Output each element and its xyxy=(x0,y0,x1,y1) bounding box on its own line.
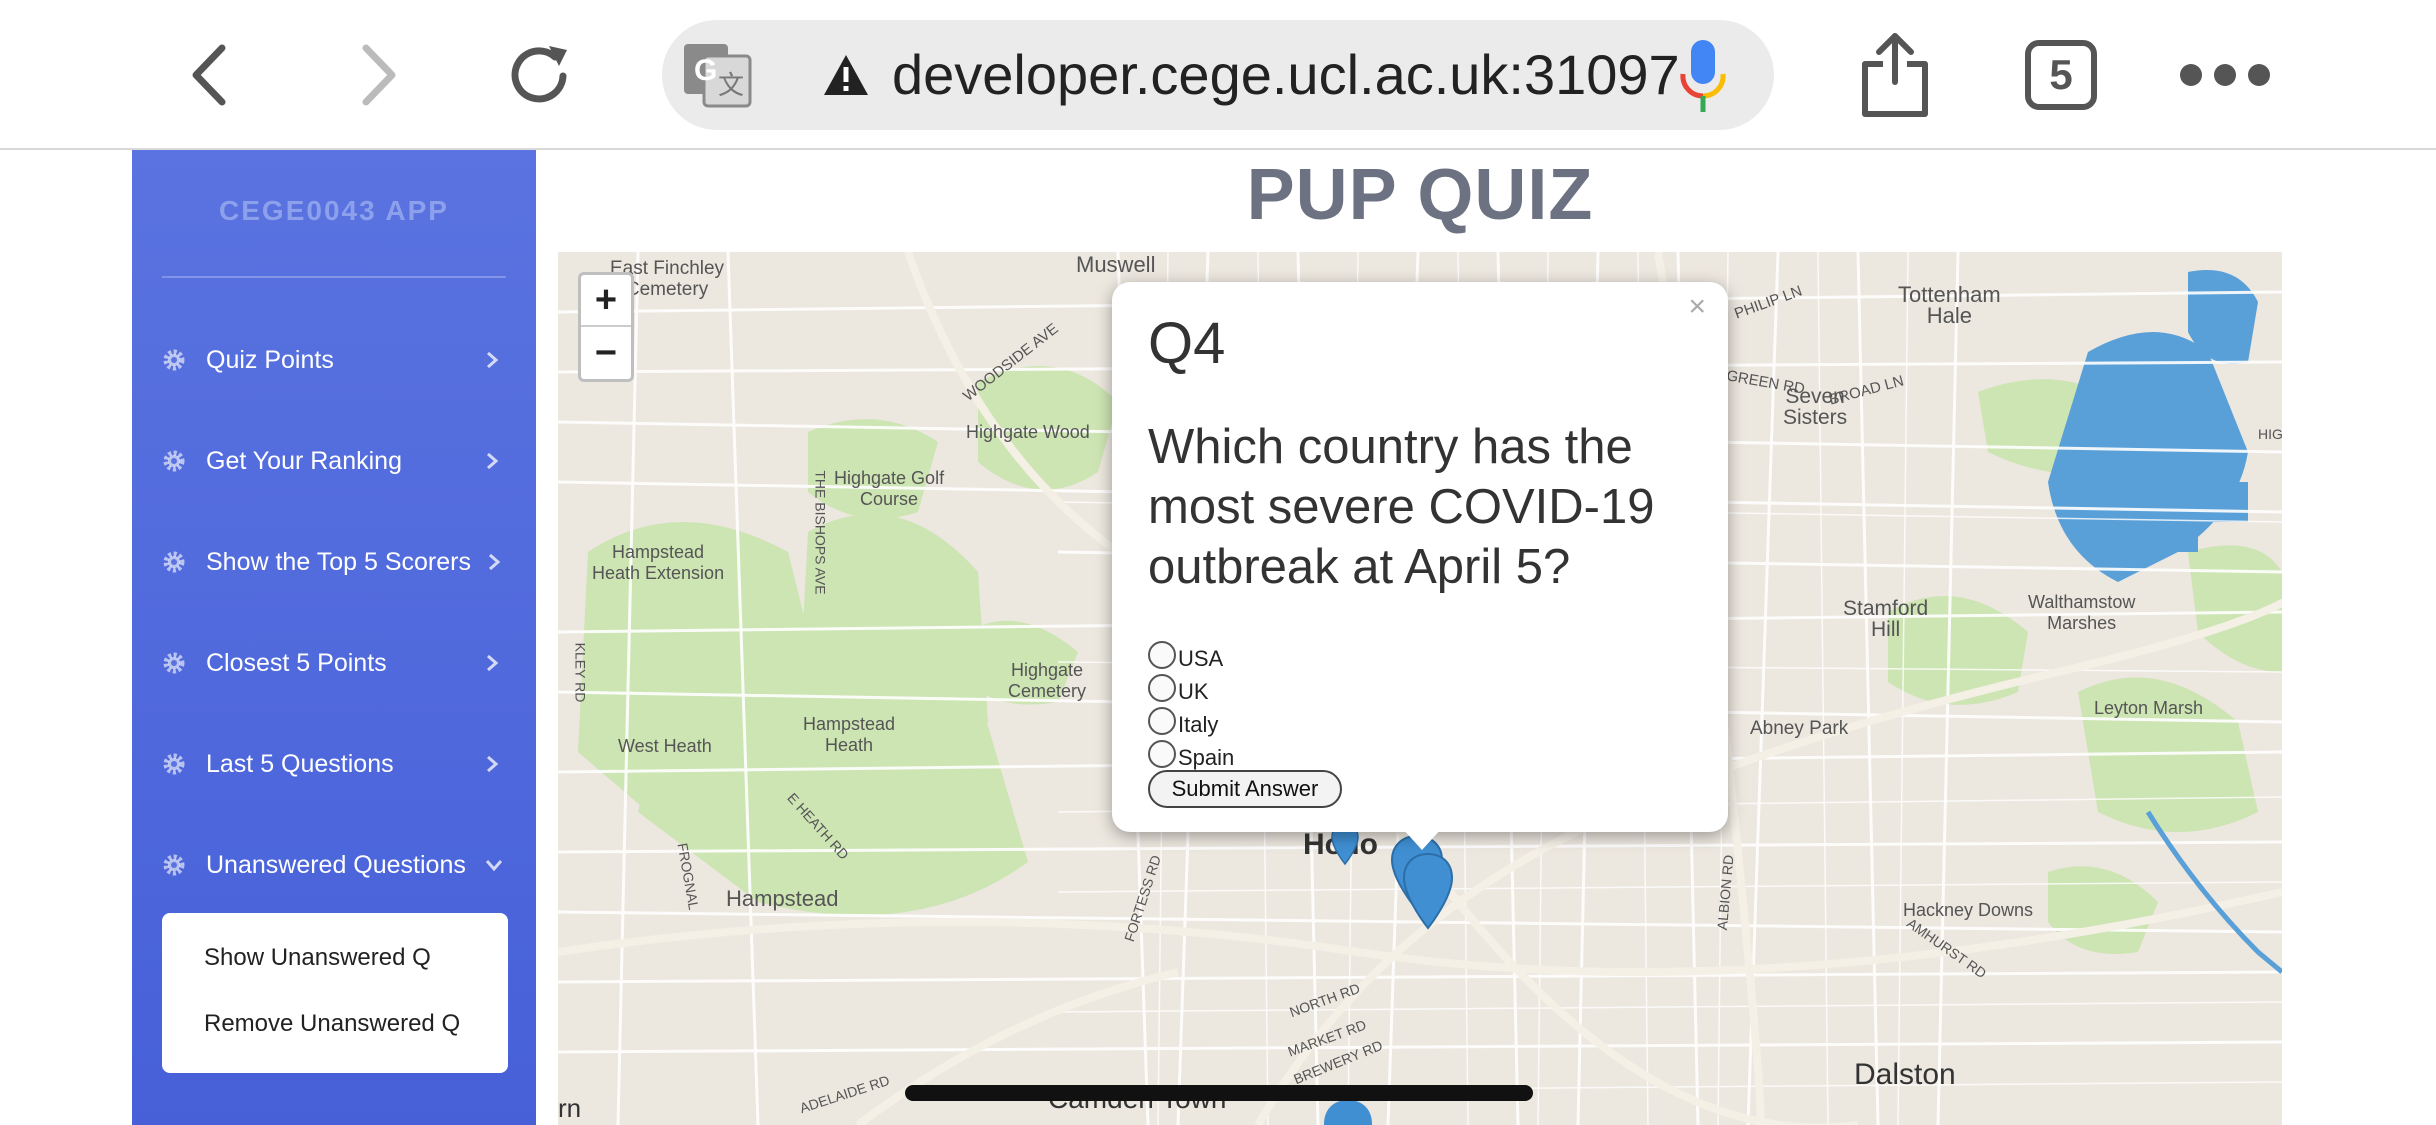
zoom-control: + − xyxy=(578,272,634,382)
map-label: Muswell xyxy=(1076,252,1156,277)
map-label: Tottenham Hale xyxy=(1898,282,2001,328)
submenu-item-show-unanswered[interactable]: Show Unanswered Q xyxy=(204,944,431,972)
gear-icon xyxy=(163,551,185,573)
close-icon[interactable]: × xyxy=(1688,290,1706,324)
sidebar-item-ranking[interactable]: Get Your Ranking xyxy=(132,431,536,491)
quiz-point-marker[interactable] xyxy=(1400,852,1456,932)
map-label: THE BISHOPS AVE xyxy=(812,470,829,595)
gear-icon xyxy=(163,854,185,876)
chevron-down-icon xyxy=(485,860,503,872)
sidebar-item-unanswered[interactable]: Unanswered Questions xyxy=(132,835,536,895)
divider xyxy=(162,276,506,278)
map-label: KLEY RD xyxy=(572,642,589,703)
popup-pointer xyxy=(1402,828,1442,850)
warning-icon xyxy=(824,55,868,95)
sidebar-item-quiz-points[interactable]: Quiz Points xyxy=(132,330,536,390)
app-brand[interactable]: CEGE0043 APP xyxy=(132,195,536,227)
gear-icon xyxy=(163,349,185,371)
answer-label: Italy xyxy=(1178,712,1219,737)
map-label: Highgate Golf Course xyxy=(834,468,945,509)
sidebar-item-label: Get Your Ranking xyxy=(206,446,402,475)
answer-option-2[interactable]: UK xyxy=(1148,673,1209,704)
sidebar-item-label: Closest 5 Points xyxy=(206,648,387,677)
chevron-right-icon xyxy=(489,553,501,571)
address-bar[interactable]: G 文 developer.cege.ucl.ac.uk:31097 xyxy=(662,20,1774,130)
map-label: Hampstead Heath xyxy=(803,714,896,755)
chevron-right-icon xyxy=(487,755,499,773)
sidebar-item-label: Unanswered Questions xyxy=(206,850,466,879)
map-label: Highgate Wood xyxy=(966,422,1090,442)
sidebar: CEGE0043 APP Quiz Points Get Your Rankin… xyxy=(132,150,536,1125)
radio-button[interactable] xyxy=(1148,740,1176,768)
radio-button[interactable] xyxy=(1148,641,1176,669)
map-label: Highgate Cemetery xyxy=(1008,660,1087,701)
reload-icon[interactable] xyxy=(495,30,585,120)
more-icon[interactable] xyxy=(2180,55,2270,95)
share-icon[interactable] xyxy=(1855,30,1935,120)
unanswered-submenu: Show Unanswered Q Remove Unanswered Q xyxy=(162,913,508,1073)
map-label: Hackney Downs xyxy=(1903,900,2034,920)
chevron-right-icon xyxy=(487,452,499,470)
question-title: Q4 xyxy=(1148,311,1226,376)
submenu-item-remove-unanswered[interactable]: Remove Unanswered Q xyxy=(204,1010,460,1038)
zoom-in-button[interactable]: + xyxy=(581,275,631,327)
chevron-right-icon xyxy=(487,654,499,672)
gear-icon xyxy=(163,652,185,674)
answer-option-1[interactable]: USA xyxy=(1148,640,1224,671)
browser-toolbar: G 文 developer.cege.ucl.ac.uk:31097 5 xyxy=(0,0,2436,150)
sidebar-item-label: Last 5 Questions xyxy=(206,749,394,778)
sidebar-item-last5[interactable]: Last 5 Questions xyxy=(132,734,536,794)
map-label: Hampstead Heath Extension xyxy=(592,542,725,583)
answer-label: Spain xyxy=(1178,745,1235,770)
answer-label: UK xyxy=(1178,679,1209,704)
question-popup: × Q4 Which country has the most severe C… xyxy=(1112,282,1728,832)
map-label: Walthamstow Marshes xyxy=(2028,592,2136,633)
map-label: Leyton Marsh xyxy=(2094,698,2204,718)
forward-icon[interactable] xyxy=(330,30,420,120)
map-label: HIG xyxy=(2258,426,2282,442)
answer-option-4[interactable]: Spain xyxy=(1148,739,1235,770)
home-indicator[interactable] xyxy=(905,1085,1533,1101)
back-icon[interactable] xyxy=(168,30,258,120)
svg-text:文: 文 xyxy=(718,71,744,101)
map-label: rn xyxy=(558,1093,582,1123)
mic-icon[interactable] xyxy=(1678,38,1728,116)
map-label: Stamford Hill xyxy=(1843,597,1929,641)
answer-option-3[interactable]: Italy xyxy=(1148,706,1219,737)
gear-icon xyxy=(163,450,185,472)
map-label: Dalston xyxy=(1854,1058,1956,1091)
page-title: PUP QUIZ xyxy=(1246,155,1594,235)
map-label: Hampstead xyxy=(726,886,839,911)
question-text: Which country has the most severe COVID-… xyxy=(1148,420,1655,594)
submit-answer-button[interactable]: Submit Answer xyxy=(1148,770,1342,808)
tab-count: 5 xyxy=(2049,51,2073,98)
sidebar-item-top5[interactable]: Show the Top 5 Scorers xyxy=(132,532,536,592)
translate-icon[interactable]: G 文 xyxy=(682,42,752,108)
map-label: Abney Park xyxy=(1750,718,1849,739)
sidebar-item-label: Show the Top 5 Scorers xyxy=(206,547,471,576)
map-label: West Heath xyxy=(618,736,712,756)
answer-label: USA xyxy=(1178,646,1224,671)
svg-text:G: G xyxy=(694,54,717,87)
sidebar-item-closest5[interactable]: Closest 5 Points xyxy=(132,633,536,693)
radio-button[interactable] xyxy=(1148,707,1176,735)
chevron-right-icon xyxy=(487,351,499,369)
zoom-out-button[interactable]: − xyxy=(581,327,631,379)
sidebar-item-label: Quiz Points xyxy=(206,345,334,374)
tabs-button[interactable]: 5 xyxy=(2025,40,2097,110)
url-text[interactable]: developer.cege.ucl.ac.uk:31097 xyxy=(892,42,1680,108)
map-label: Seven Sisters xyxy=(1783,385,1848,429)
gear-icon xyxy=(163,753,185,775)
radio-button[interactable] xyxy=(1148,674,1176,702)
